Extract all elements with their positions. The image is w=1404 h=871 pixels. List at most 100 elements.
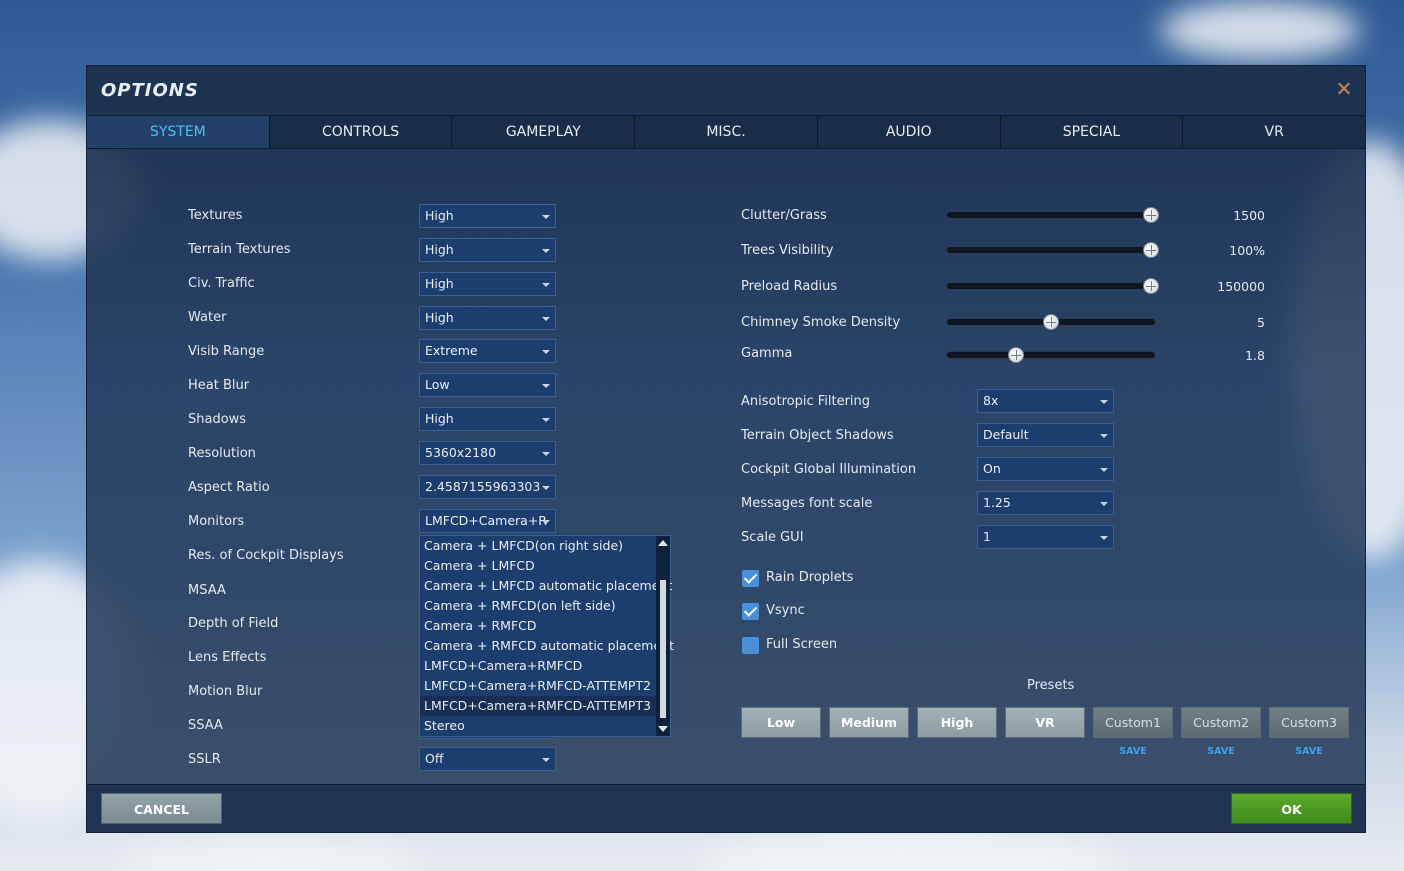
preset-medium-button[interactable]: Medium xyxy=(829,707,909,738)
tab-audio[interactable]: AUDIO xyxy=(818,116,1001,148)
save-custom3-link[interactable]: SAVE xyxy=(1269,746,1349,757)
tab-special[interactable]: SPECIAL xyxy=(1001,116,1184,148)
cockpit-global-illumination-label: Cockpit Global Illumination xyxy=(741,462,917,477)
messages-font-scale-dropdown[interactable]: 1.25 xyxy=(977,491,1114,515)
cloud xyxy=(1160,0,1360,60)
civ-traffic-dropdown[interactable]: High xyxy=(419,272,556,296)
tab-vr[interactable]: VR xyxy=(1183,116,1365,148)
save-custom1-link[interactable]: SAVE xyxy=(1093,746,1173,757)
cockpit-global-illumination-dropdown[interactable]: On xyxy=(977,457,1114,481)
tab-misc[interactable]: MISC. xyxy=(635,116,818,148)
clutter-grass-label: Clutter/Grass xyxy=(741,208,827,223)
list-item[interactable]: Camera + LMFCD automatic placement xyxy=(420,576,672,596)
slider-knob[interactable] xyxy=(1142,242,1159,258)
water-label: Water xyxy=(188,310,227,325)
terrain-object-shadows-dropdown[interactable]: Default xyxy=(977,423,1114,447)
clutter-grass-slider[interactable] xyxy=(946,207,1159,223)
preload-radius-slider[interactable] xyxy=(946,278,1159,294)
aspect-ratio-dropdown[interactable]: 2.4587155963303 xyxy=(419,475,556,499)
tab-system[interactable]: SYSTEM xyxy=(87,116,270,148)
footer: CANCEL OK xyxy=(87,784,1365,832)
close-icon[interactable] xyxy=(1335,80,1353,98)
msaa-label: MSAA xyxy=(188,583,226,598)
list-item[interactable]: Camera + LMFCD(on right side) xyxy=(420,536,670,556)
shadows-dropdown[interactable]: High xyxy=(419,407,556,431)
list-item[interactable]: Camera + RMFCD automatic placement xyxy=(420,636,674,656)
cloud xyxy=(700,830,1120,871)
scroll-up-icon[interactable] xyxy=(658,540,668,546)
monitors-label: Monitors xyxy=(188,514,245,529)
tab-controls[interactable]: CONTROLS xyxy=(270,116,453,148)
tab-gameplay[interactable]: GAMEPLAY xyxy=(452,116,636,148)
slider-knob[interactable] xyxy=(1142,278,1159,294)
depth-of-field-label: Depth of Field xyxy=(188,616,279,631)
gamma-slider[interactable] xyxy=(946,347,1156,363)
title-bar: OPTIONS xyxy=(87,66,1365,115)
options-window: OPTIONS SYSTEM CONTROLS GAMEPLAY MISC. A… xyxy=(86,65,1366,833)
slider-knob[interactable] xyxy=(1007,347,1024,363)
shadows-label: Shadows xyxy=(188,412,247,427)
save-custom2-link[interactable]: SAVE xyxy=(1181,746,1261,757)
preset-vr-button[interactable]: VR xyxy=(1005,707,1085,738)
list-item[interactable]: Camera + RMFCD xyxy=(420,616,670,636)
scrollbar-thumb[interactable] xyxy=(660,580,666,718)
cancel-button[interactable]: CANCEL xyxy=(101,793,222,824)
clutter-grass-value: 1500 xyxy=(1233,208,1265,223)
scale-gui-dropdown[interactable]: 1 xyxy=(977,525,1114,549)
aspect-ratio-label: Aspect Ratio xyxy=(188,480,270,495)
ok-button[interactable]: OK xyxy=(1231,793,1352,824)
slider-knob[interactable] xyxy=(1043,314,1059,330)
list-item[interactable]: Stereo xyxy=(420,716,670,736)
motion-blur-label: Motion Blur xyxy=(188,684,263,699)
resolution-dropdown[interactable]: 5360x2180 xyxy=(419,441,556,465)
list-item[interactable]: LMFCD+Camera+RMFCD xyxy=(420,656,670,676)
anisotropic-filtering-dropdown[interactable]: 8x xyxy=(977,389,1114,413)
lens-effects-label: Lens Effects xyxy=(188,650,267,665)
preset-custom1-button[interactable]: Custom1 xyxy=(1093,707,1173,738)
rain-droplets-checkbox[interactable] xyxy=(742,570,759,587)
list-item[interactable]: Camera + LMFCD xyxy=(420,556,670,576)
trees-visibility-slider[interactable] xyxy=(946,242,1159,258)
full-screen-checkbox[interactable] xyxy=(742,637,759,654)
preset-high-button[interactable]: High xyxy=(917,707,997,738)
trees-visibility-value: 100% xyxy=(1229,243,1265,258)
full-screen-label: Full Screen xyxy=(766,637,838,652)
preload-radius-value: 150000 xyxy=(1217,279,1265,294)
water-dropdown[interactable]: High xyxy=(419,306,556,330)
chimney-smoke-density-slider[interactable] xyxy=(946,314,1156,330)
chimney-smoke-density-label: Chimney Smoke Density xyxy=(741,315,901,330)
vsync-checkbox[interactable] xyxy=(742,603,759,620)
rain-droplets-label: Rain Droplets xyxy=(766,570,854,585)
trees-visibility-label: Trees Visibility xyxy=(741,243,834,258)
textures-label: Textures xyxy=(188,208,243,223)
scroll-down-icon[interactable] xyxy=(658,726,668,732)
ssaa-label: SSAA xyxy=(188,718,223,733)
scale-gui-label: Scale GUI xyxy=(741,530,804,545)
visib-range-label: Visib Range xyxy=(188,344,265,359)
slider-knob[interactable] xyxy=(1142,207,1159,223)
gamma-label: Gamma xyxy=(741,346,793,361)
monitors-dropdown[interactable]: LMFCD+Camera+R xyxy=(419,509,556,533)
list-item[interactable]: Camera + RMFCD(on left side) xyxy=(420,596,670,616)
heat-blur-dropdown[interactable]: Low xyxy=(419,373,556,397)
monitors-dropdown-list: Camera + LMFCD(on right side) Camera + L… xyxy=(419,535,674,737)
preset-low-button[interactable]: Low xyxy=(741,707,821,738)
list-item[interactable]: LMFCD+Camera+RMFCD-ATTEMPT2 xyxy=(420,676,670,696)
preset-custom2-button[interactable]: Custom2 xyxy=(1181,707,1261,738)
list-item-highlighted[interactable]: LMFCD+Camera+RMFCD-ATTEMPT3 xyxy=(420,696,670,716)
terrain-object-shadows-label: Terrain Object Shadows xyxy=(741,428,894,443)
preset-custom3-button[interactable]: Custom3 xyxy=(1269,707,1349,738)
visib-range-dropdown[interactable]: Extreme xyxy=(419,339,556,363)
terrain-textures-dropdown[interactable]: High xyxy=(419,238,556,262)
window-title: OPTIONS xyxy=(101,80,199,101)
textures-dropdown[interactable]: High xyxy=(419,204,556,228)
res-cockpit-displays-label: Res. of Cockpit Displays xyxy=(188,548,344,563)
sslr-label: SSLR xyxy=(188,752,221,767)
messages-font-scale-label: Messages font scale xyxy=(741,496,873,511)
scrollbar[interactable] xyxy=(656,536,670,736)
anisotropic-filtering-label: Anisotropic Filtering xyxy=(741,394,871,409)
cloud xyxy=(120,840,420,871)
terrain-textures-label: Terrain Textures xyxy=(188,242,291,257)
vsync-label: Vsync xyxy=(766,603,805,618)
sslr-dropdown[interactable]: Off xyxy=(419,747,556,771)
